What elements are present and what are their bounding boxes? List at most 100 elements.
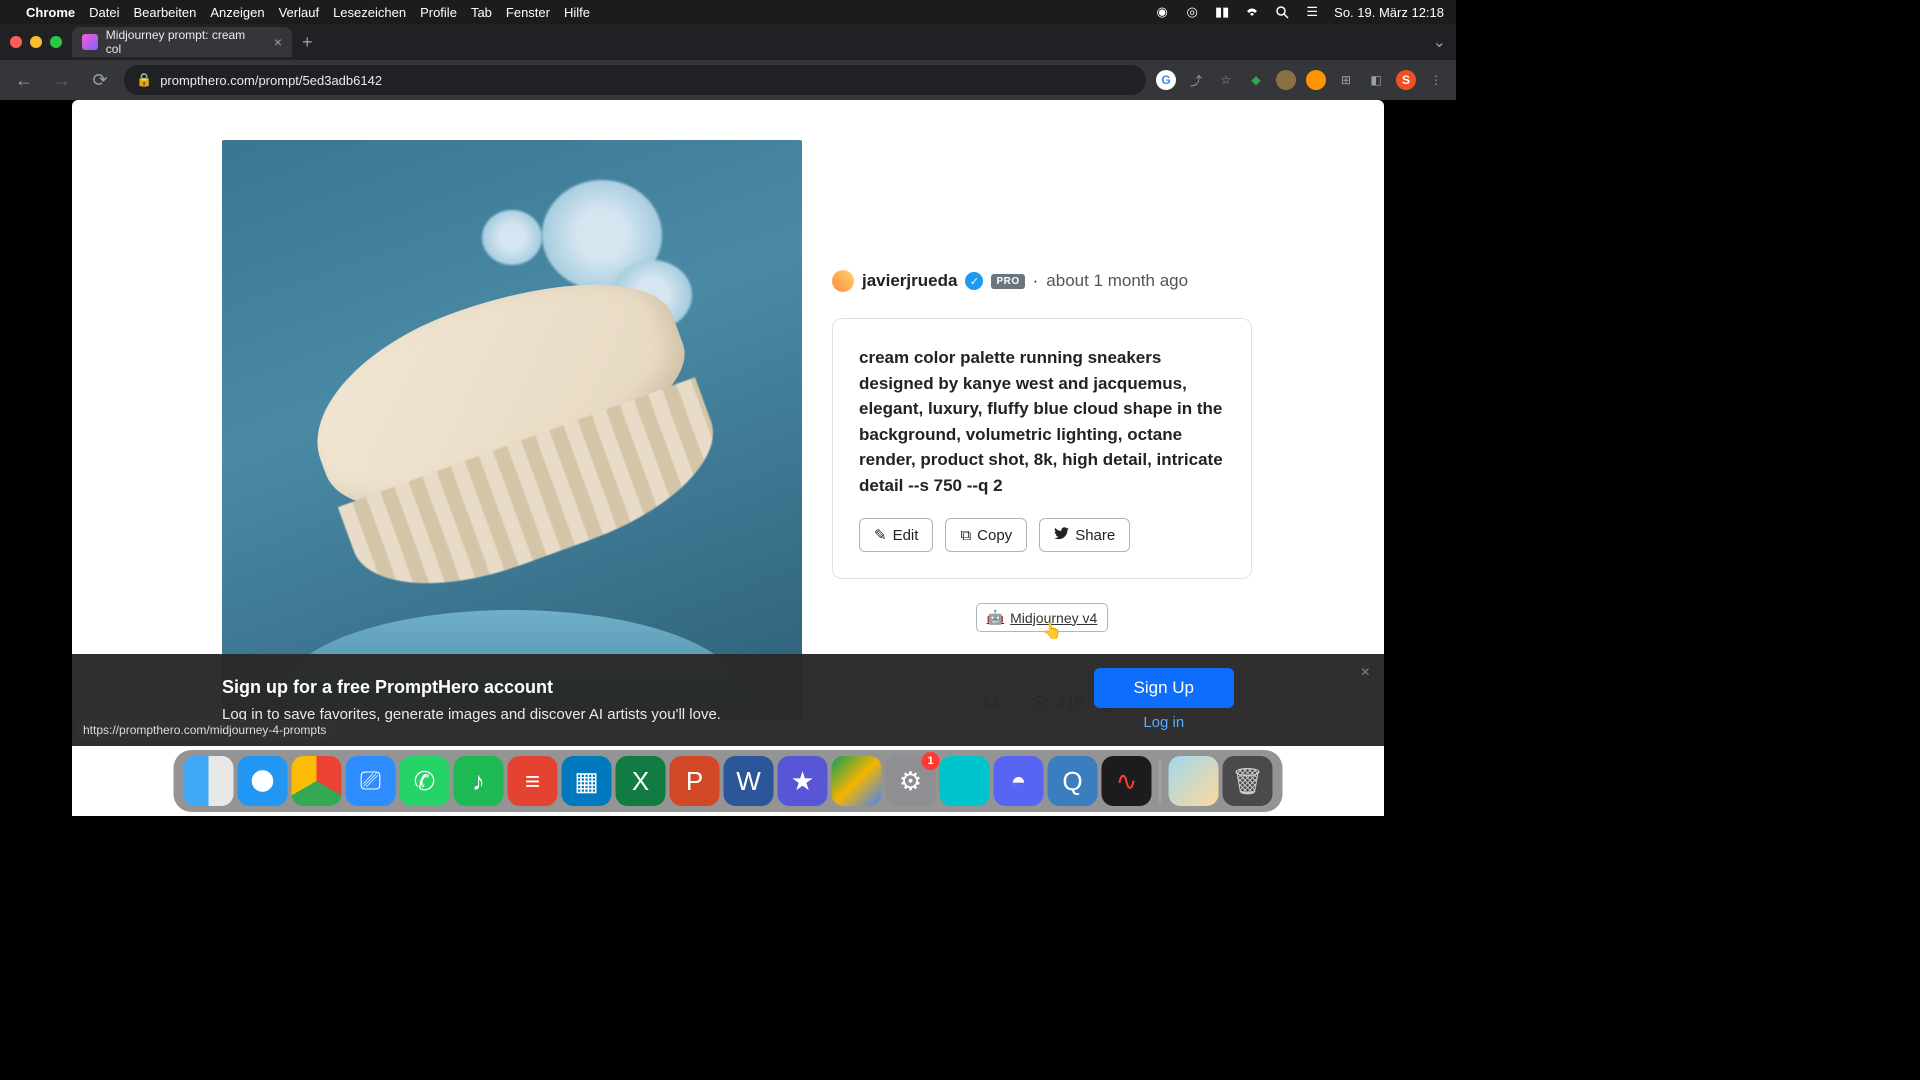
battery-icon[interactable]: ▮▮: [1214, 4, 1230, 20]
copy-label: Copy: [977, 527, 1012, 544]
copy-icon: ⧉: [960, 527, 971, 544]
settings-badge: 1: [922, 752, 940, 770]
window-minimize-button[interactable]: [30, 36, 42, 48]
dock-preview[interactable]: [1169, 756, 1219, 806]
prompt-card: cream color palette running sneakers des…: [832, 318, 1252, 579]
menu-bearbeiten[interactable]: Bearbeiten: [133, 5, 196, 20]
edit-button[interactable]: ✎ Edit: [859, 518, 933, 552]
signup-label: Sign Up: [1134, 678, 1194, 697]
edit-label: Edit: [893, 527, 919, 544]
share-button[interactable]: Share: [1039, 518, 1130, 552]
dock-voicememos[interactable]: ∿: [1102, 756, 1152, 806]
dock-trello[interactable]: ▦: [562, 756, 612, 806]
menubar-app-name[interactable]: Chrome: [26, 5, 75, 20]
extension-2-icon[interactable]: [1276, 70, 1296, 90]
tab-favicon: [82, 34, 98, 50]
lock-icon: 🔒: [136, 72, 152, 88]
prompt-image[interactable]: [222, 140, 802, 720]
record-icon[interactable]: ◉: [1154, 4, 1170, 20]
chrome-tab-strip: Midjourney prompt: cream col × + ⌄: [0, 24, 1456, 60]
new-tab-button[interactable]: +: [302, 32, 313, 53]
menu-profile[interactable]: Profile: [420, 5, 457, 20]
author-row: javierjrueda ✓ PRO · about 1 month ago: [832, 270, 1252, 292]
window-maximize-button[interactable]: [50, 36, 62, 48]
tab-overflow-icon[interactable]: ⌄: [1433, 32, 1446, 52]
forward-button[interactable]: →: [48, 66, 76, 94]
banner-close-icon[interactable]: ×: [1361, 664, 1370, 682]
share-label: Share: [1075, 527, 1115, 544]
wifi-icon[interactable]: [1244, 4, 1260, 20]
dock-chrome[interactable]: [292, 756, 342, 806]
dock-whatsapp[interactable]: ✆: [400, 756, 450, 806]
signup-button[interactable]: Sign Up: [1094, 668, 1234, 708]
extensions-puzzle-icon[interactable]: ⊞: [1336, 70, 1356, 90]
dock-finder[interactable]: [184, 756, 234, 806]
dock-safari[interactable]: [238, 756, 288, 806]
reload-button[interactable]: ⟳: [86, 66, 114, 94]
menubar-datetime[interactable]: So. 19. März 12:18: [1334, 5, 1444, 20]
dock-spotify[interactable]: ♪: [454, 756, 504, 806]
dock-zoom[interactable]: ⎚: [346, 756, 396, 806]
robot-icon: 🤖: [987, 609, 1004, 626]
pencil-icon: ✎: [874, 526, 887, 544]
cursor-icon: 👆: [1042, 621, 1062, 641]
twitter-icon: [1054, 527, 1069, 544]
hover-status-link: https://prompthero.com/midjourney-4-prom…: [75, 720, 334, 740]
tab-title: Midjourney prompt: cream col: [106, 28, 262, 56]
menu-anzeigen[interactable]: Anzeigen: [210, 5, 264, 20]
separator: ·: [1033, 271, 1039, 291]
macos-dock: ⎚ ✆ ♪ ≡ ▦ X P W ★ ⚙1 ◓ Q ∿ 🗑: [174, 750, 1283, 812]
dock-imovie[interactable]: ★: [778, 756, 828, 806]
extension-3-icon[interactable]: [1306, 70, 1326, 90]
back-button[interactable]: ←: [10, 66, 38, 94]
bookmark-star-icon[interactable]: ☆: [1216, 70, 1236, 90]
google-icon[interactable]: G: [1156, 70, 1176, 90]
sidepanel-icon[interactable]: ◧: [1366, 70, 1386, 90]
address-bar[interactable]: 🔒 prompthero.com/prompt/5ed3adb6142: [124, 65, 1146, 95]
menu-datei[interactable]: Datei: [89, 5, 119, 20]
dock-app-teal[interactable]: [940, 756, 990, 806]
chrome-toolbar: ← → ⟳ 🔒 prompthero.com/prompt/5ed3adb614…: [0, 60, 1456, 100]
verified-icon: ✓: [965, 272, 983, 290]
url-text: prompthero.com/prompt/5ed3adb6142: [160, 73, 382, 88]
tab-close-icon[interactable]: ×: [274, 34, 282, 50]
dock-powerpoint[interactable]: P: [670, 756, 720, 806]
chrome-menu-icon[interactable]: ⋮: [1426, 70, 1446, 90]
share-icon[interactable]: ⤴: [1186, 70, 1206, 90]
cloud-shape: [482, 210, 542, 265]
window-close-button[interactable]: [10, 36, 22, 48]
extension-shield-icon[interactable]: ◆: [1246, 70, 1266, 90]
copy-button[interactable]: ⧉ Copy: [945, 518, 1027, 552]
author-avatar[interactable]: [832, 270, 854, 292]
dock-discord[interactable]: ◓: [994, 756, 1044, 806]
dock-todoist[interactable]: ≡: [508, 756, 558, 806]
profile-avatar[interactable]: S: [1396, 70, 1416, 90]
login-label: Log in: [1143, 714, 1184, 731]
screen-record-icon[interactable]: ◎: [1184, 4, 1200, 20]
menu-tab[interactable]: Tab: [471, 5, 492, 20]
control-center-icon[interactable]: ☰: [1304, 4, 1320, 20]
dock-excel[interactable]: X: [616, 756, 666, 806]
menu-verlauf[interactable]: Verlauf: [279, 5, 319, 20]
pro-badge: PRO: [991, 274, 1024, 289]
window-controls: [10, 36, 62, 48]
dock-drive[interactable]: [832, 756, 882, 806]
browser-tab[interactable]: Midjourney prompt: cream col ×: [72, 27, 292, 57]
time-ago: about 1 month ago: [1046, 271, 1188, 291]
dock-word[interactable]: W: [724, 756, 774, 806]
dock-settings[interactable]: ⚙1: [886, 756, 936, 806]
menu-hilfe[interactable]: Hilfe: [564, 5, 590, 20]
viewport: javierjrueda ✓ PRO · about 1 month ago c…: [0, 100, 1456, 816]
dock-trash[interactable]: 🗑: [1223, 756, 1273, 806]
macos-menubar: Chrome Datei Bearbeiten Anzeigen Verlauf…: [0, 0, 1456, 24]
banner-title: Sign up for a free PromptHero account: [222, 677, 721, 698]
menu-lesezeichen[interactable]: Lesezeichen: [333, 5, 406, 20]
prompt-actions: ✎ Edit ⧉ Copy Share: [859, 518, 1225, 552]
prompt-text: cream color palette running sneakers des…: [859, 345, 1225, 498]
spotlight-icon[interactable]: [1274, 4, 1290, 20]
login-link[interactable]: Log in: [1143, 714, 1184, 731]
model-row: 🤖 Midjourney v4 👆: [832, 603, 1252, 632]
author-name[interactable]: javierjrueda: [862, 271, 957, 291]
menu-fenster[interactable]: Fenster: [506, 5, 550, 20]
dock-quicktime[interactable]: Q: [1048, 756, 1098, 806]
